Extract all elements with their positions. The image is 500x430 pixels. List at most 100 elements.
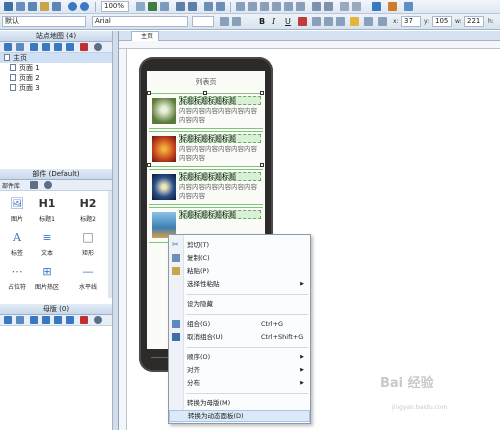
master-search-icon[interactable] bbox=[94, 316, 102, 324]
add-folder-icon[interactable] bbox=[16, 43, 24, 51]
bold-button[interactable]: B bbox=[259, 17, 265, 26]
menu-item-ungroup[interactable]: 取消组合(U) Ctrl+Shift+G bbox=[169, 331, 310, 343]
sitemap-item-page2[interactable]: 页面 2 bbox=[10, 73, 40, 83]
align-left-icon[interactable] bbox=[236, 2, 245, 11]
menu-item-align[interactable]: 对齐 ▶ bbox=[169, 364, 310, 376]
sitemap-item-home[interactable]: 主页 bbox=[0, 53, 112, 63]
selection-handle[interactable] bbox=[203, 91, 207, 95]
undo-icon[interactable] bbox=[68, 2, 77, 11]
master-folder-icon[interactable] bbox=[16, 316, 24, 324]
font-size-select[interactable] bbox=[192, 16, 214, 27]
line-style-icon[interactable] bbox=[364, 17, 373, 26]
unlock-icon[interactable] bbox=[352, 2, 361, 11]
list-item[interactable]: 标题标题标题标题 内容内容内容内容内容内容内容内容 bbox=[149, 131, 263, 167]
master-indent-icon[interactable] bbox=[54, 316, 62, 324]
widget-heading1[interactable]: H1 标题1 bbox=[30, 195, 64, 224]
connector-icon[interactable] bbox=[148, 2, 157, 11]
text-align-center-icon[interactable] bbox=[324, 17, 333, 26]
master-up-icon[interactable] bbox=[30, 316, 38, 324]
paste-icon[interactable] bbox=[40, 2, 49, 11]
fill-color-icon[interactable] bbox=[350, 17, 359, 26]
widget-hotspot[interactable]: ⊞ 图片热区 bbox=[30, 263, 64, 292]
indent-icon[interactable] bbox=[54, 43, 62, 51]
font-select[interactable]: Arial bbox=[92, 16, 188, 27]
format-painter-icon[interactable] bbox=[52, 2, 61, 11]
font-shrink-icon[interactable] bbox=[232, 17, 241, 26]
add-page-icon[interactable] bbox=[4, 43, 12, 51]
widget-search-icon[interactable] bbox=[44, 181, 52, 189]
search-icon[interactable] bbox=[94, 43, 102, 51]
delete-icon[interactable] bbox=[80, 43, 88, 51]
sitemap-item-label: 页面 2 bbox=[19, 74, 40, 82]
font-grow-icon[interactable] bbox=[220, 17, 229, 26]
distribute-h-icon[interactable] bbox=[312, 2, 321, 11]
text-align-right-icon[interactable] bbox=[336, 17, 345, 26]
publish-icon[interactable] bbox=[388, 2, 397, 11]
x-coordinate-field[interactable]: 37 bbox=[401, 16, 421, 27]
distribute-v-icon[interactable] bbox=[324, 2, 333, 11]
widget-placeholder[interactable]: ⋯ 占位符 bbox=[0, 263, 34, 292]
add-master-icon[interactable] bbox=[4, 316, 12, 324]
pointer-icon[interactable] bbox=[136, 2, 145, 11]
selection-handle[interactable] bbox=[260, 163, 264, 167]
ungroup-tool-icon[interactable] bbox=[188, 2, 197, 11]
align-center-icon[interactable] bbox=[248, 2, 257, 11]
list-item[interactable]: 标题标题标题标题 内容内容内容内容内容内容内容内容 bbox=[149, 93, 263, 129]
menu-item-group[interactable]: 组合(G) Ctrl+G bbox=[169, 318, 310, 330]
outdent-icon[interactable] bbox=[66, 43, 74, 51]
menu-item-cut[interactable]: ✂ 剪切(T) bbox=[169, 239, 310, 251]
line-width-icon[interactable] bbox=[378, 17, 387, 26]
generate-icon[interactable] bbox=[404, 2, 413, 11]
align-middle-icon[interactable] bbox=[284, 2, 293, 11]
master-delete-icon[interactable] bbox=[80, 316, 88, 324]
menu-item-convert-master[interactable]: 转换为母版(M) bbox=[169, 397, 310, 409]
align-bottom-icon[interactable] bbox=[296, 2, 305, 11]
menu-item-hide[interactable]: 设为隐藏 bbox=[169, 298, 310, 310]
widget-rectangle[interactable]: □ 矩形 bbox=[71, 229, 105, 257]
zoom-select[interactable]: 100% bbox=[101, 1, 129, 12]
menu-icon[interactable] bbox=[30, 181, 38, 189]
master-outdent-icon[interactable] bbox=[66, 316, 74, 324]
preview-icon[interactable] bbox=[372, 2, 381, 11]
cut-icon[interactable] bbox=[16, 2, 25, 11]
menu-item-paste[interactable]: 粘贴(P) bbox=[169, 265, 310, 277]
menu-item-convert-dynamic-panel[interactable]: 转换为动态面板(D) bbox=[169, 410, 310, 422]
align-top-icon[interactable] bbox=[272, 2, 281, 11]
move-up-icon[interactable] bbox=[30, 43, 38, 51]
tab-home[interactable]: 主页 bbox=[131, 31, 159, 41]
pan-icon[interactable] bbox=[160, 2, 169, 11]
selection-handle[interactable] bbox=[260, 91, 264, 95]
text-align-left-icon[interactable] bbox=[312, 17, 321, 26]
list-item[interactable]: 标题标题标题标题 内容内容内容内容内容内容内容内容 bbox=[149, 169, 263, 205]
widget-library-select[interactable]: 部件库 bbox=[2, 181, 20, 190]
sitemap-item-page3[interactable]: 页面 3 bbox=[10, 83, 40, 93]
widget-heading2[interactable]: H2 标题2 bbox=[71, 195, 105, 224]
save-icon[interactable] bbox=[4, 2, 13, 11]
y-coordinate-field[interactable]: 105 bbox=[432, 16, 452, 27]
menu-item-order[interactable]: 顺序(O) ▶ bbox=[169, 351, 310, 363]
align-right-icon[interactable] bbox=[260, 2, 269, 11]
sitemap-item-page1[interactable]: 页面 1 bbox=[10, 63, 40, 73]
lock-icon[interactable] bbox=[340, 2, 349, 11]
selection-handle[interactable] bbox=[147, 91, 151, 95]
widget-hr[interactable]: — 水平线 bbox=[71, 263, 105, 292]
widget-image[interactable]: 🖼 图片 bbox=[0, 195, 34, 224]
style-select[interactable]: 默认 bbox=[2, 16, 86, 27]
widget-label-text[interactable]: A 标签 bbox=[0, 229, 34, 258]
redo-icon[interactable] bbox=[80, 2, 89, 11]
move-down-icon[interactable] bbox=[42, 43, 50, 51]
bring-front-icon[interactable] bbox=[204, 2, 213, 11]
copy-icon[interactable] bbox=[28, 2, 37, 11]
selection-handle[interactable] bbox=[147, 163, 151, 167]
group-tool-icon[interactable] bbox=[176, 2, 185, 11]
widget-paragraph[interactable]: ≡ 文本 bbox=[30, 229, 64, 258]
italic-button[interactable]: I bbox=[272, 17, 275, 26]
underline-button[interactable]: U bbox=[285, 17, 291, 26]
text-color-icon[interactable] bbox=[298, 17, 307, 26]
menu-item-paste-special[interactable]: 选择性粘贴 ▶ bbox=[169, 278, 310, 290]
menu-item-copy[interactable]: 复制(C) bbox=[169, 252, 310, 264]
send-back-icon[interactable] bbox=[216, 2, 225, 11]
menu-item-distribute[interactable]: 分布 ▶ bbox=[169, 377, 310, 389]
width-field[interactable]: 221 bbox=[464, 16, 484, 27]
master-down-icon[interactable] bbox=[42, 316, 50, 324]
